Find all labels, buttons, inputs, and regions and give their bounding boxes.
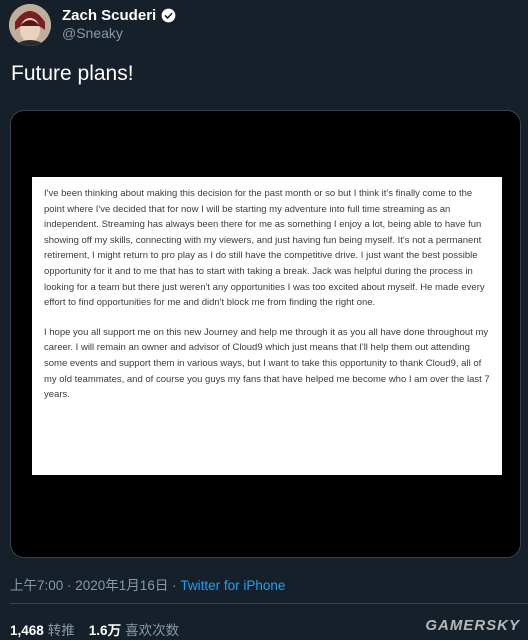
verified-badge-icon xyxy=(161,8,176,23)
statement-letter: I've been thinking about making this dec… xyxy=(32,177,502,475)
tweet-media[interactable]: I've been thinking about making this dec… xyxy=(10,110,521,558)
retweets-label: 转推 xyxy=(47,623,75,638)
letter-paragraph-1: I've been thinking about making this dec… xyxy=(44,188,485,309)
tweet-timestamp[interactable]: 上午7:00 · 2020年1月16日 · xyxy=(10,578,180,593)
gamersky-watermark: GAMERSKY xyxy=(425,617,520,634)
tweet-text: Future plans! xyxy=(11,62,134,85)
tweet-meta: 上午7:00 · 2020年1月16日 · Twitter for iPhone xyxy=(10,574,285,594)
tweet-stats: 1,468 转推 1.6万 喜欢次数 xyxy=(10,619,179,639)
likes-stat[interactable]: 1.6万 喜欢次数 xyxy=(89,619,179,639)
letter-paragraph-2: I hope you all support me on this new Jo… xyxy=(44,326,490,401)
avatar[interactable] xyxy=(9,4,51,46)
divider xyxy=(10,603,528,604)
tweet-source-link[interactable]: Twitter for iPhone xyxy=(180,578,285,593)
display-name[interactable]: Zach Scuderi xyxy=(62,7,156,24)
likes-label: 喜欢次数 xyxy=(125,623,180,638)
retweets-stat[interactable]: 1,468 转推 xyxy=(10,619,75,639)
retweets-count: 1,468 xyxy=(10,623,44,638)
user-handle[interactable]: @Sneaky xyxy=(62,25,123,41)
likes-count: 1.6万 xyxy=(88,623,122,638)
